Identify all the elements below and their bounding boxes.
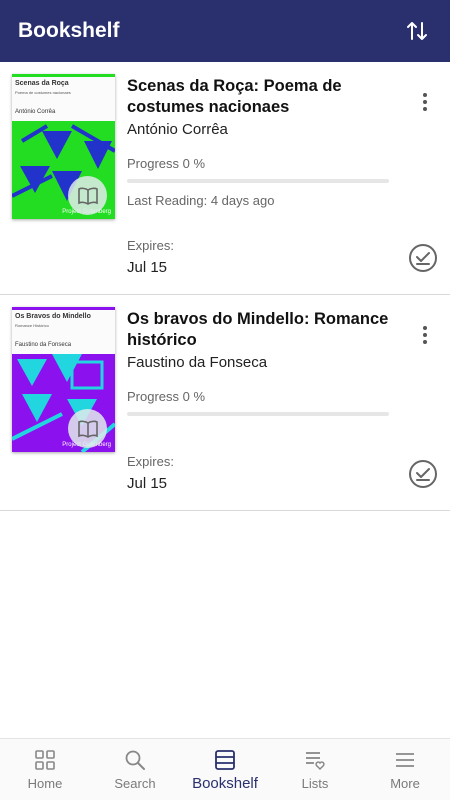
open-book-icon [77,420,98,438]
cover-subtitle: Romance Histórico [15,323,49,328]
book-info: Scenas da Roça: Poema de costumes nacion… [127,76,397,208]
nav-lists[interactable]: Lists [270,739,360,800]
nav-label: More [390,776,420,791]
book-title: Os bravos do Mindello: Romance histórico [127,310,389,349]
nav-bookshelf[interactable]: Bookshelf [180,739,270,800]
dot [423,100,427,104]
expires-label: Expires: [127,454,174,469]
nav-more[interactable]: More [360,739,450,800]
return-book-icon[interactable] [407,242,439,274]
return-book-icon[interactable] [407,458,439,490]
bottom-navigation: Home Search Bookshelf Lists More [0,738,450,800]
read-book-button[interactable] [68,176,107,215]
dot [423,107,427,111]
expiration: Expires: Jul 15 [127,238,174,276]
nav-label: Bookshelf [192,775,258,792]
nav-label: Home [27,776,63,791]
sort-arrows-icon [407,22,427,40]
book-card[interactable]: Scenas da Roça Poema de costumes naciona… [0,62,450,295]
app-bar: Bookshelf [0,0,450,62]
book-author: Faustino da Fonseca [127,354,268,371]
cover-accent-bar [12,307,115,310]
expires-label: Expires: [127,238,174,253]
progress-label: Progress 0 % [127,389,206,404]
nav-label: Lists [301,776,329,791]
menu-icon [396,753,414,767]
progress-bar [127,179,389,183]
book-author: António Corrêa [127,121,228,138]
expires-date: Jul 15 [127,475,168,492]
grid-icon [35,750,55,770]
bookshelf-list: Scenas da Roça Poema de costumes naciona… [0,62,450,511]
progress-bar [127,412,389,416]
cover-title: Os Bravos do Mindello [15,313,91,320]
book-cover[interactable]: Os Bravos do Mindello Romance Histórico … [12,307,115,452]
dot [423,333,427,337]
cover-author: António Corrêa [15,109,56,115]
book-cover[interactable]: Scenas da Roça Poema de costumes naciona… [12,74,115,219]
sort-button[interactable] [402,16,432,46]
cover-subtitle: Poema de costumes nacionaes [15,90,71,95]
expires-date: Jul 15 [127,259,168,276]
dot [423,93,427,97]
progress-label: Progress 0 % [127,156,206,171]
dot [423,326,427,330]
more-options-button[interactable] [416,88,434,116]
open-book-icon [77,187,98,205]
search-icon [125,750,145,770]
cover-accent-bar [12,74,115,77]
cover-author: Faustino da Fonseca [15,342,72,348]
last-reading: Last Reading: 4 days ago [127,193,275,208]
list-heart-icon [306,752,325,771]
nav-search[interactable]: Search [90,739,180,800]
bookshelf-icon [215,750,235,770]
more-options-button[interactable] [416,321,434,349]
read-book-button[interactable] [68,409,107,448]
expiration: Expires: Jul 15 [127,454,174,492]
dot [423,340,427,344]
book-card[interactable]: Os Bravos do Mindello Romance Histórico … [0,295,450,511]
page-title: Bookshelf [18,19,120,42]
book-title: Scenas da Roça: Poema de costumes nacion… [127,77,342,116]
nav-home[interactable]: Home [0,739,90,800]
nav-label: Search [114,776,156,791]
cover-title: Scenas da Roça [15,80,69,87]
book-info: Os bravos do Mindello: Romance histórico… [127,309,397,416]
